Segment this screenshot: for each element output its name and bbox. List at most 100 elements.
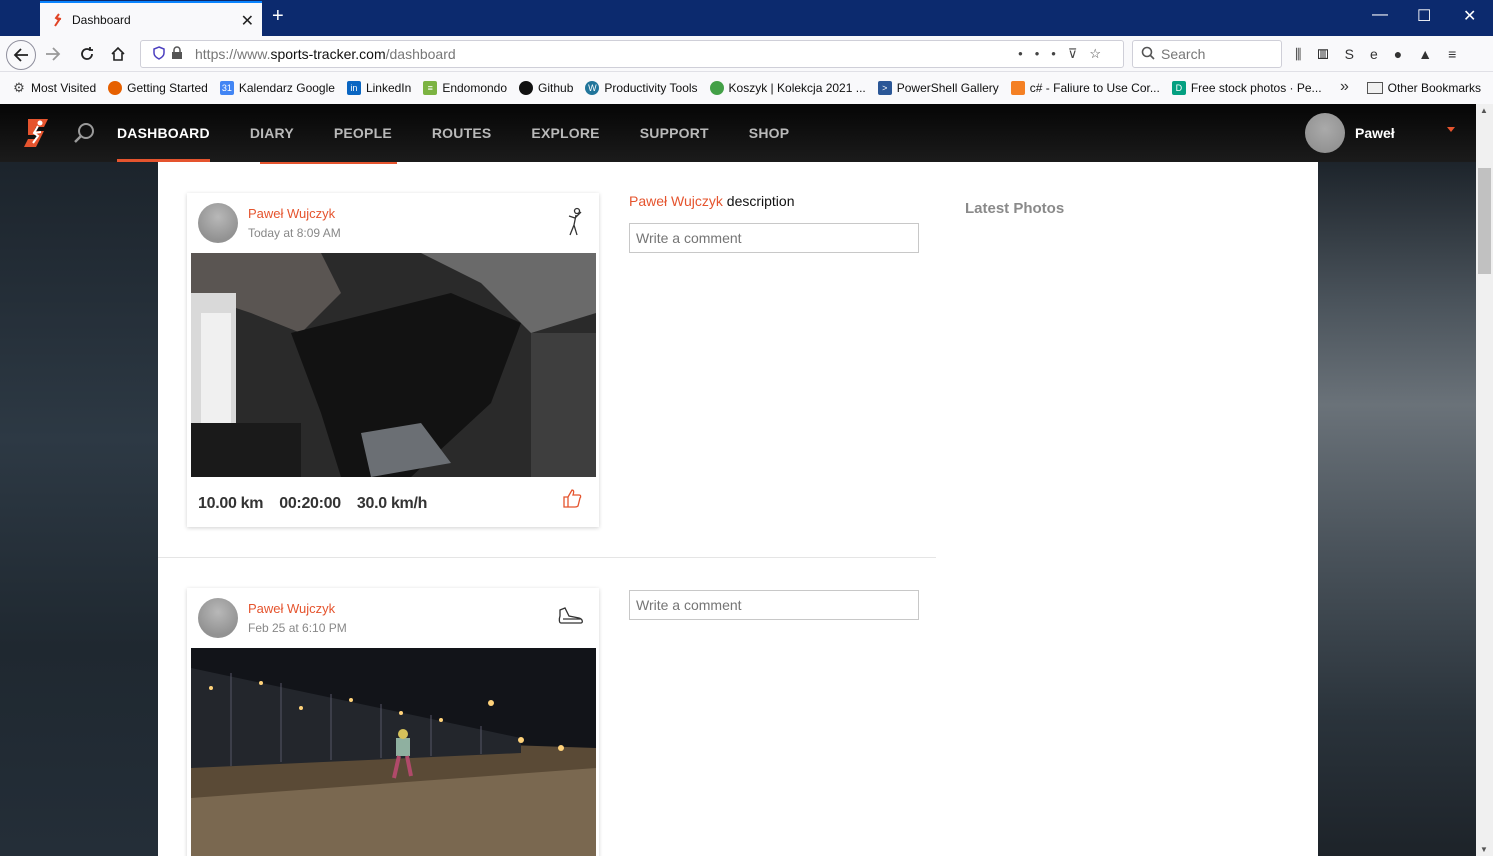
scroll-up-icon[interactable]: ▲ [1480, 106, 1488, 115]
toolbar-icons[interactable]: ⫼▥Se●▲≡ [1295, 46, 1472, 63]
bookmark-item[interactable]: Getting Started [108, 81, 208, 95]
user-menu[interactable]: Paweł [1305, 113, 1455, 153]
github-icon [519, 81, 534, 95]
main-nav: DASHBOARD DIARY PEOPLE ROUTES EXPLORE SU… [117, 104, 829, 162]
workout-stats: 10.00 km 00:20:00 30.0 km/h [198, 495, 443, 513]
bookmark-item[interactable]: c# - Faliure to Use Cor... [1010, 81, 1160, 95]
latest-photos-heading: Latest Photos [965, 200, 1065, 217]
search-input[interactable]: Search [1132, 40, 1282, 68]
nav-dashboard[interactable]: DASHBOARD [117, 104, 210, 162]
nav-diary[interactable]: DIARY [250, 104, 294, 162]
sports-tracker-logo[interactable] [22, 117, 52, 149]
arrow-left-icon [13, 48, 28, 62]
nav-support[interactable]: SUPPORT [640, 104, 709, 162]
library-icon: ⫼ [1295, 46, 1318, 62]
scroll-down-icon[interactable]: ▼ [1480, 845, 1488, 854]
page-scrollbar[interactable]: ▲ ▼ [1476, 104, 1493, 856]
bookmarks-overflow-icon[interactable]: » [1340, 78, 1349, 96]
duration-value: 00:20:00 [279, 495, 341, 512]
back-button[interactable] [6, 40, 36, 70]
bookmark-item[interactable]: > PowerShell Gallery [877, 81, 999, 95]
running-shoe-icon [557, 602, 585, 632]
nav-explore[interactable]: EXPLORE [531, 104, 599, 162]
browser-tab[interactable]: Dashboard ✕ [40, 1, 262, 36]
speed-value: 30.0 km/h [356, 495, 428, 512]
comment-input[interactable] [629, 223, 919, 253]
leaf-icon [709, 81, 724, 95]
workout-photo[interactable] [191, 648, 596, 856]
minimize-icon[interactable]: — [1372, 6, 1388, 24]
shield-icon [153, 45, 171, 63]
search-icon [1141, 46, 1155, 63]
pexels-icon: D [1171, 81, 1186, 95]
bookmark-item[interactable]: Koszyk | Kolekcja 2021 ... [709, 81, 866, 95]
avatar[interactable] [198, 598, 238, 638]
workout-description: Paweł Wujczyk description [629, 193, 795, 209]
description-user-name[interactable]: Paweł Wujczyk [629, 193, 723, 209]
page-actions[interactable]: •••⊽☆ [1018, 46, 1113, 62]
sidebar-icon: ▥ [1317, 46, 1345, 62]
nav-people[interactable]: PEOPLE [334, 104, 392, 162]
menu-icon: ≡ [1448, 46, 1473, 62]
folder-icon [1366, 82, 1383, 94]
avatar[interactable] [198, 203, 238, 243]
bookmark-item[interactable]: ⚙ Most Visited [12, 80, 96, 95]
site-search-icon[interactable] [72, 121, 96, 150]
browser-tab-bar: Dashboard ✕ + — ☐ ✕ [0, 0, 1493, 36]
stackoverflow-icon [1010, 81, 1025, 95]
scrollbar-thumb[interactable] [1478, 168, 1491, 274]
more-icon: ••• [1018, 46, 1068, 61]
avatar [1305, 113, 1345, 153]
bookmark-item[interactable]: in LinkedIn [346, 81, 411, 95]
home-button[interactable] [105, 41, 131, 67]
page-viewport: DASHBOARD DIARY PEOPLE ROUTES EXPLORE SU… [0, 104, 1476, 856]
tab-title: Dashboard [72, 12, 131, 27]
account-icon: ● [1393, 46, 1419, 62]
wordpress-icon: W [585, 81, 600, 95]
like-icon[interactable] [561, 487, 583, 514]
extension-icon: ▲ [1418, 46, 1449, 62]
bookmarks-bar: ⚙ Most Visited Getting Started 31 Kalendar… [0, 72, 1493, 104]
new-tab-icon[interactable]: + [272, 5, 284, 28]
close-tab-icon[interactable]: ✕ [241, 11, 254, 31]
nav-shop[interactable]: SHOP [749, 104, 789, 162]
other-bookmarks[interactable]: Other Bookmarks [1366, 81, 1481, 95]
endomondo-icon: ≡ [423, 81, 438, 95]
calendar-icon: 31 [219, 81, 234, 95]
bookmark-item[interactable]: W Productivity Tools [585, 81, 698, 95]
workout-user-name[interactable]: Paweł Wujczyk [248, 206, 335, 221]
bookmark-item[interactable]: 31 Kalendarz Google [219, 81, 335, 95]
bookmark-item[interactable]: Github [519, 81, 573, 95]
user-name: Paweł [1355, 125, 1395, 141]
workout-card[interactable]: Paweł Wujczyk Today at 8:09 AM 10.00 km … [187, 193, 599, 527]
dashboard-content: Paweł Wujczyk Today at 8:09 AM 10.00 km … [158, 162, 1318, 856]
workout-card[interactable]: Paweł Wujczyk Feb 25 at 6:10 PM [187, 588, 599, 856]
gear-icon: ⚙ [13, 80, 25, 95]
workout-photo[interactable] [191, 253, 596, 477]
reload-button[interactable] [74, 41, 100, 67]
sports-tracker-favicon-icon [52, 12, 66, 27]
home-icon [111, 46, 125, 61]
comment-input[interactable] [629, 590, 919, 620]
address-bar[interactable]: https://www.sports-tracker.com/dashboard… [140, 40, 1124, 68]
workout-date: Feb 25 at 6:10 PM [248, 621, 347, 635]
forward-button[interactable] [40, 41, 66, 67]
bookmark-item[interactable]: D Free stock photos · Pe... [1171, 81, 1322, 95]
reload-icon [81, 47, 93, 60]
linkedin-icon: in [346, 81, 361, 95]
powershell-icon: > [877, 81, 892, 95]
site-header: DASHBOARD DIARY PEOPLE ROUTES EXPLORE SU… [0, 104, 1476, 162]
bookmark-star-icon: ☆ [1089, 46, 1113, 61]
nav-routes[interactable]: ROUTES [432, 104, 492, 162]
selenium-icon: Se [1344, 46, 1394, 62]
window-close-icon[interactable]: ✕ [1463, 6, 1476, 26]
url-text: https://www.sports-tracker.com/dashboard [195, 46, 456, 62]
bookmark-item[interactable]: ≡ Endomondo [423, 81, 507, 95]
maximize-icon[interactable]: ☐ [1417, 6, 1431, 26]
workout-user-name[interactable]: Paweł Wujczyk [248, 601, 335, 616]
browser-nav-bar: https://www.sports-tracker.com/dashboard… [0, 36, 1493, 72]
background-mountain-left [0, 162, 160, 856]
distance-value: 10.00 km [198, 495, 264, 512]
sub-nav-indicator [260, 162, 397, 164]
pocket-icon: ⊽ [1067, 46, 1090, 61]
